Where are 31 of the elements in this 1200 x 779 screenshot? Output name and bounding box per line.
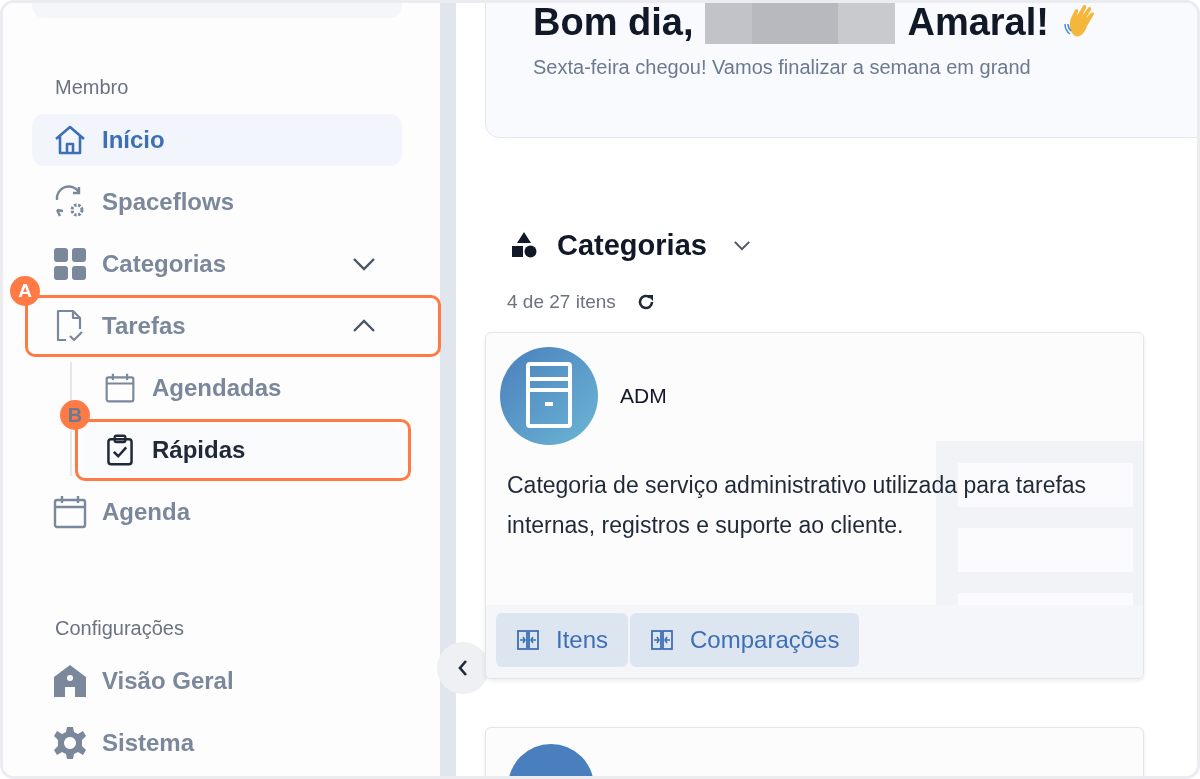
greeting-subtitle: Sexta-feira chegou! Vamos finalizar a semana em grand (533, 56, 1032, 79)
clipboard-check-icon (104, 434, 136, 466)
chevron-down-icon (352, 257, 376, 271)
card-title: ADM (620, 384, 667, 408)
chevron-down-icon[interactable] (732, 239, 751, 251)
chevron-left-icon (457, 659, 469, 677)
annotation-badge: B (60, 400, 90, 430)
grid-icon (52, 246, 88, 282)
greeting-name: Amaral! (907, 3, 1049, 44)
nav-item[interactable]: Sistema (32, 717, 402, 769)
calendar-icon (52, 494, 88, 530)
card-action-button[interactable]: Itens (496, 613, 629, 667)
card-action-button[interactable]: Comparações (630, 613, 860, 667)
nav-item[interactable]: Agenda (32, 486, 402, 538)
item-count: 4 de 27 itens (507, 291, 616, 313)
compare-icon (516, 628, 540, 652)
shapes-icon (509, 230, 539, 260)
greeting-title: Bom dia, (533, 3, 694, 44)
section-label: Membro (54, 75, 130, 99)
house-icon (52, 663, 88, 699)
compare-icon (650, 628, 675, 652)
calendar-icon (104, 372, 136, 404)
settings-icon (52, 725, 88, 761)
nav-item[interactable]: Início (32, 114, 402, 166)
annotation-badge: A (10, 276, 40, 306)
section-label: Configurações (54, 616, 185, 640)
nav-item[interactable]: Visão Geral (32, 655, 402, 707)
card-description: Categoria de serviço administrativo utilizada para tarefas internas, registros e suporte ao cliente. (507, 471, 1088, 540)
nav-item[interactable]: Spaceflows (32, 176, 402, 228)
section-title: Categorias (557, 228, 707, 262)
chevron-up-icon (352, 319, 376, 333)
